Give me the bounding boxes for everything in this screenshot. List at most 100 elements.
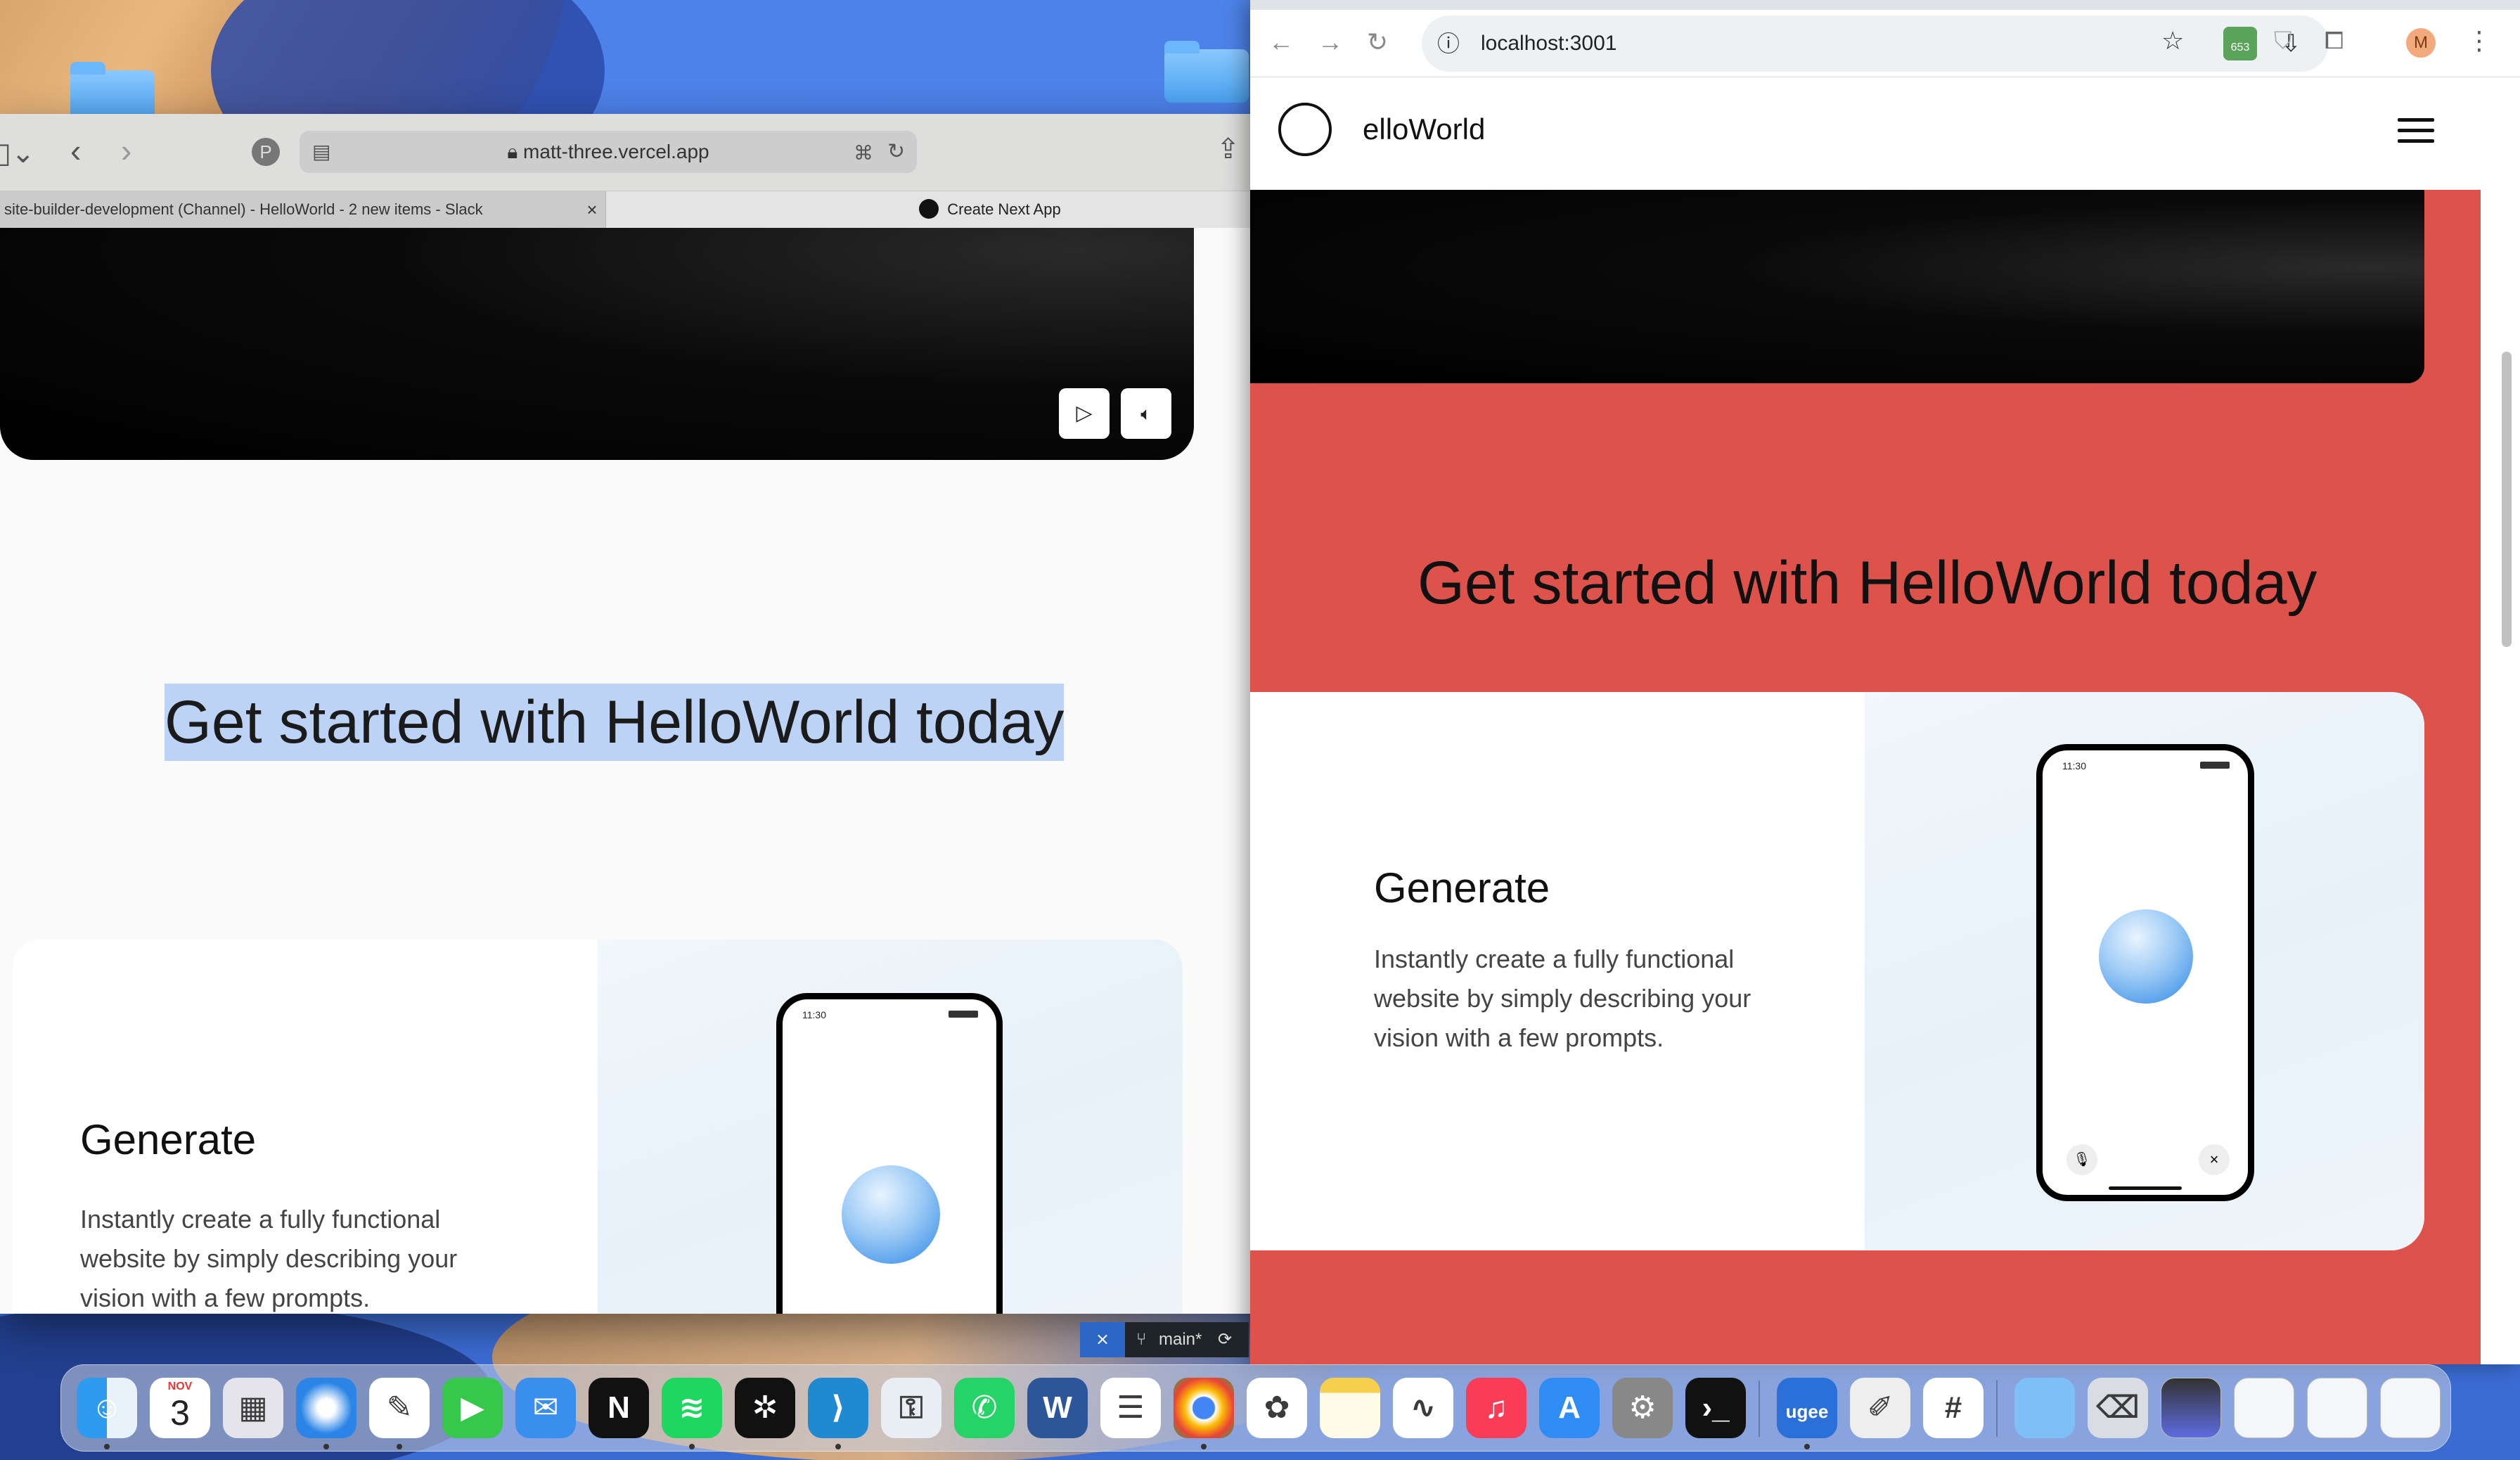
slack-icon[interactable]: # bbox=[1923, 1378, 1984, 1438]
vscode-status-bar: ⨯ ⑂ main* ⟳ bbox=[1080, 1322, 1249, 1357]
phone-mockup: 11:30 🎙︎ × bbox=[2036, 744, 2254, 1201]
chatgpt-icon[interactable]: ✲ bbox=[735, 1378, 795, 1438]
address-bar[interactable]: ▤ 🔒︎ matt-three.vercel.app ⌘ ↻ bbox=[300, 131, 917, 173]
freeform-icon[interactable]: ✎ bbox=[369, 1378, 430, 1438]
tab-slack-label: site-builder-development (Channel) - Hel… bbox=[4, 200, 483, 218]
appstore-icon[interactable]: A bbox=[1539, 1378, 1600, 1438]
launchpad-icon[interactable]: ▦ bbox=[223, 1378, 283, 1438]
spotify-icon[interactable]: ≋ bbox=[662, 1378, 722, 1438]
tab-create-next-app-label: Create Next App bbox=[947, 200, 1061, 218]
terminal-icon[interactable]: ›_ bbox=[1685, 1378, 1746, 1438]
extension-icon[interactable]: 653 bbox=[2223, 27, 2257, 60]
dock-separator bbox=[1759, 1381, 1760, 1437]
share-icon[interactable]: ⇪ bbox=[1216, 135, 1240, 163]
bookmark-star-icon[interactable]: ☆ bbox=[2161, 27, 2184, 55]
close-tab-icon[interactable]: × bbox=[574, 191, 605, 228]
card-text-line: Instantly create a fully functional bbox=[1374, 944, 1735, 973]
running-indicator bbox=[1201, 1444, 1207, 1449]
site-info-icon[interactable]: ⓘ bbox=[1437, 30, 1460, 58]
forward-icon[interactable]: › bbox=[121, 134, 131, 167]
mail-icon[interactable]: ✉ bbox=[515, 1378, 576, 1438]
mute-button[interactable]: 🔈︎ bbox=[1121, 388, 1171, 439]
running-indicator bbox=[104, 1444, 110, 1449]
hero-video[interactable] bbox=[1250, 190, 2424, 383]
remote-icon[interactable]: ⨯ bbox=[1080, 1322, 1125, 1357]
omnibox[interactable]: ⓘ localhost:3001 ⇩ bbox=[1422, 15, 2329, 72]
notion-icon[interactable]: N bbox=[589, 1378, 649, 1438]
logo-icon[interactable] bbox=[1278, 103, 1332, 156]
minimized-window-thumbnail[interactable] bbox=[2380, 1378, 2441, 1438]
card-text-line: website by simply describing your bbox=[1374, 984, 1751, 1013]
back-icon[interactable]: ‹ bbox=[70, 134, 81, 167]
brand-name[interactable]: elloWorld bbox=[1363, 113, 1485, 146]
tab-slack[interactable]: site-builder-development (Channel) - Hel… bbox=[0, 191, 606, 228]
freeform2-icon[interactable]: ∿ bbox=[1393, 1378, 1453, 1438]
git-branch-label[interactable]: main* bbox=[1159, 1322, 1202, 1357]
back-icon[interactable]: ← bbox=[1268, 28, 1294, 56]
hero-video[interactable]: ▷ 🔈︎ bbox=[0, 228, 1194, 460]
card-text-line: vision with a few prompts. bbox=[80, 1283, 371, 1312]
feature-card: Generate Instantly create a fully functi… bbox=[1250, 692, 2424, 1250]
profile-avatar[interactable]: M bbox=[2406, 28, 2436, 58]
sidebar-toggle-icon[interactable]: ▯⌄ bbox=[0, 139, 35, 167]
mic-icon[interactable]: 🎙︎ bbox=[2066, 1144, 2097, 1175]
running-indicator bbox=[835, 1444, 841, 1449]
translate-icon[interactable]: ⌘ bbox=[854, 139, 873, 167]
home-indicator bbox=[2109, 1186, 2182, 1190]
dock-separator bbox=[1996, 1381, 1998, 1437]
nextjs-logo-icon bbox=[919, 199, 939, 219]
phone-mockup: 11:30 🎙︎ × bbox=[776, 993, 1003, 1314]
safari-icon[interactable]: ✧ bbox=[296, 1378, 356, 1438]
git-branch-icon[interactable]: ⑂ bbox=[1136, 1322, 1146, 1357]
play-button[interactable]: ▷ bbox=[1059, 388, 1110, 439]
safari-window: ▯⌄ ‹ › P ▤ 🔒︎ matt-three.vercel.app ⌘ ↻ … bbox=[0, 114, 1374, 1314]
minimized-window-thumbnail[interactable] bbox=[2234, 1378, 2294, 1438]
textedit-icon[interactable]: ✐ bbox=[1850, 1378, 1910, 1438]
whatsapp-icon[interactable]: ✆ bbox=[954, 1378, 1015, 1438]
minimized-window-thumbnail[interactable] bbox=[2307, 1378, 2367, 1438]
scrollbar[interactable] bbox=[2502, 352, 2512, 647]
page-heading: Get started with HelloWorld today bbox=[1418, 549, 2318, 617]
music-icon[interactable]: ♫ bbox=[1466, 1378, 1526, 1438]
running-indicator bbox=[397, 1444, 402, 1449]
running-indicator bbox=[323, 1444, 329, 1449]
chrome-page: Get started with HelloWorld today Genera… bbox=[1250, 190, 2481, 1364]
running-indicator bbox=[1804, 1444, 1810, 1449]
shield-icon[interactable]: ⛉ bbox=[2274, 27, 2292, 55]
safari-page: ▷ 🔈︎ Get started with HelloWorld today G… bbox=[0, 228, 1374, 1314]
safari-toolbar: ▯⌄ ‹ › P ▤ 🔒︎ matt-three.vercel.app ⌘ ↻ … bbox=[0, 114, 1374, 191]
extensions-puzzle-icon[interactable]: ⧠ bbox=[2325, 27, 2344, 55]
photos-icon[interactable]: ✿ bbox=[1247, 1378, 1307, 1438]
vscode-icon[interactable]: ⟩ bbox=[808, 1378, 868, 1438]
reminders-icon[interactable]: ☰ bbox=[1100, 1378, 1161, 1438]
minimized-window-thumbnail[interactable] bbox=[2161, 1378, 2221, 1438]
signal-icon bbox=[2200, 762, 2230, 769]
desktop-folder-icon[interactable] bbox=[1164, 41, 1249, 103]
chrome-tab-strip bbox=[1250, 0, 2520, 10]
pinterest-icon[interactable]: P bbox=[252, 138, 280, 166]
reload-icon[interactable]: ↻ bbox=[887, 138, 905, 166]
facetime-icon[interactable]: ▶ bbox=[442, 1378, 503, 1438]
chrome-icon[interactable] bbox=[1174, 1378, 1234, 1438]
calendar-day: 3 bbox=[170, 1393, 190, 1433]
phone-time: 11:30 bbox=[802, 1009, 826, 1020]
notes-icon[interactable] bbox=[1320, 1378, 1380, 1438]
keychain-icon[interactable]: ⚿ bbox=[881, 1378, 941, 1438]
calendar-icon[interactable]: NOV 3 bbox=[150, 1378, 210, 1438]
finder-icon[interactable]: ☺ bbox=[77, 1378, 137, 1438]
sync-icon[interactable]: ⟳ bbox=[1218, 1322, 1232, 1357]
chrome-menu-icon[interactable]: ⋮ bbox=[2467, 27, 2492, 55]
chrome-window: ← → ↻ ⓘ localhost:3001 ⇩ ☆ 653 ⛉ ⧠ M ⋮ e… bbox=[1250, 0, 2520, 1364]
ugee-icon[interactable]: ugee bbox=[1777, 1378, 1837, 1438]
forward-icon[interactable]: → bbox=[1318, 28, 1343, 56]
hamburger-menu-icon[interactable] bbox=[2398, 118, 2434, 146]
lock-icon: 🔒︎ bbox=[507, 141, 524, 162]
phone-time: 11:30 bbox=[2062, 760, 2086, 771]
trash-icon[interactable]: ⌫ bbox=[2088, 1378, 2148, 1438]
chrome-toolbar: ← → ↻ ⓘ localhost:3001 ⇩ ☆ 653 ⛉ ⧠ M ⋮ bbox=[1250, 10, 2520, 77]
word-icon[interactable]: W bbox=[1027, 1378, 1088, 1438]
folder-icon[interactable] bbox=[2014, 1378, 2075, 1438]
close-icon[interactable]: × bbox=[2199, 1144, 2230, 1175]
settings-icon[interactable]: ⚙ bbox=[1612, 1378, 1673, 1438]
reload-icon[interactable]: ↻ bbox=[1367, 28, 1388, 56]
